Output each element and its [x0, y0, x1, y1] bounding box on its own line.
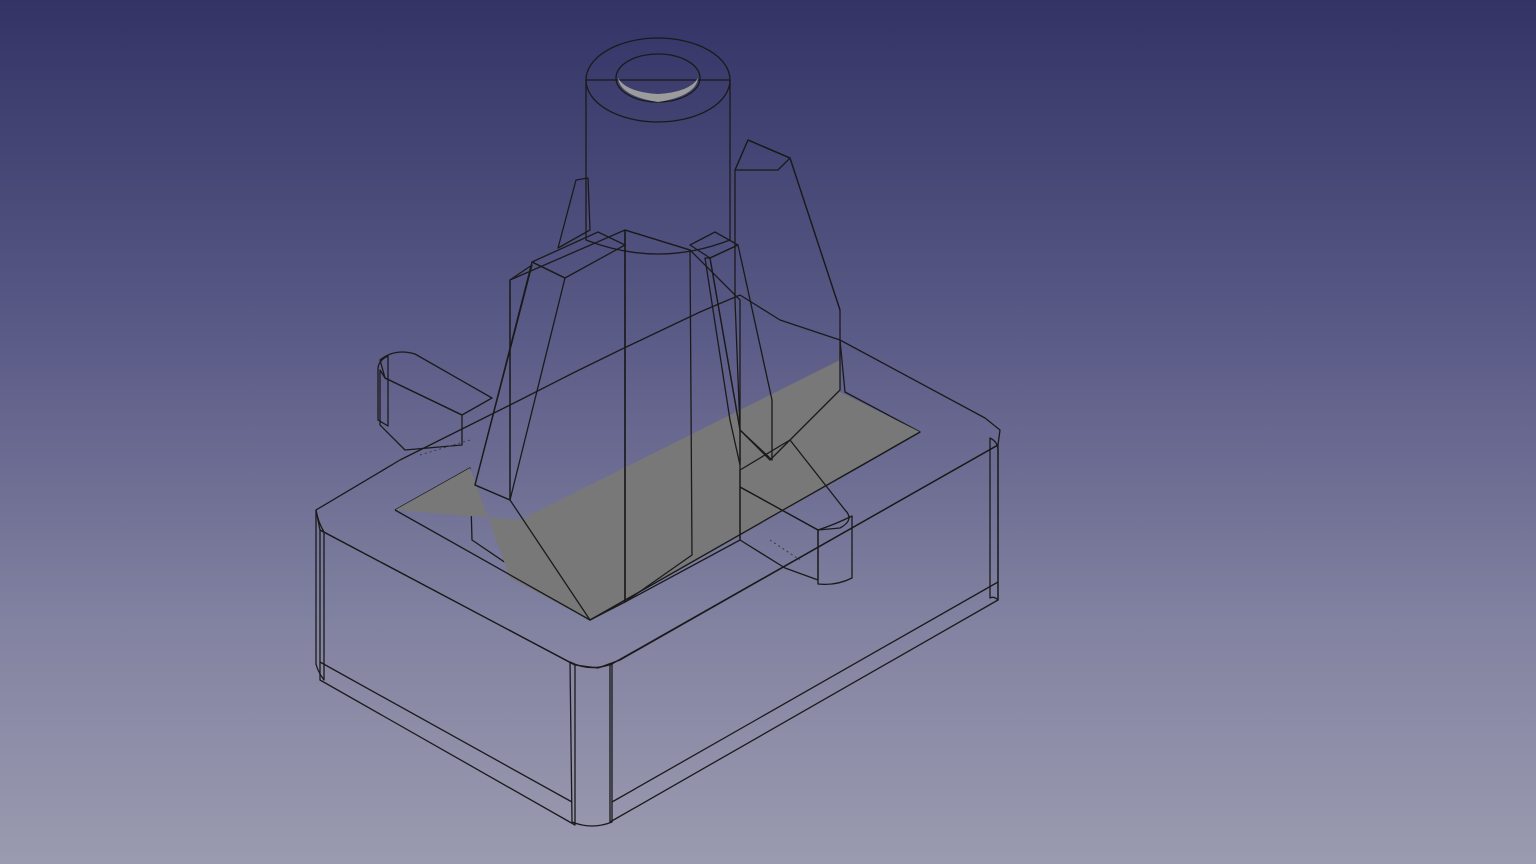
base-corner-front [569, 661, 613, 827]
back-rib-top [734, 139, 791, 171]
base-corner-right [989, 437, 999, 601]
cylinder-bore-inner [618, 78, 698, 102]
3d-viewport[interactable] [0, 0, 1536, 864]
left-tab-side [379, 369, 463, 451]
back-rib-edge [747, 139, 841, 311]
3d-model-part[interactable] [0, 0, 1536, 864]
left-wing-top [531, 231, 626, 279]
cylinder-body [585, 79, 731, 255]
right-tab-end [817, 515, 853, 586]
left-wing-front [474, 264, 533, 501]
left-wing-side [474, 261, 566, 501]
